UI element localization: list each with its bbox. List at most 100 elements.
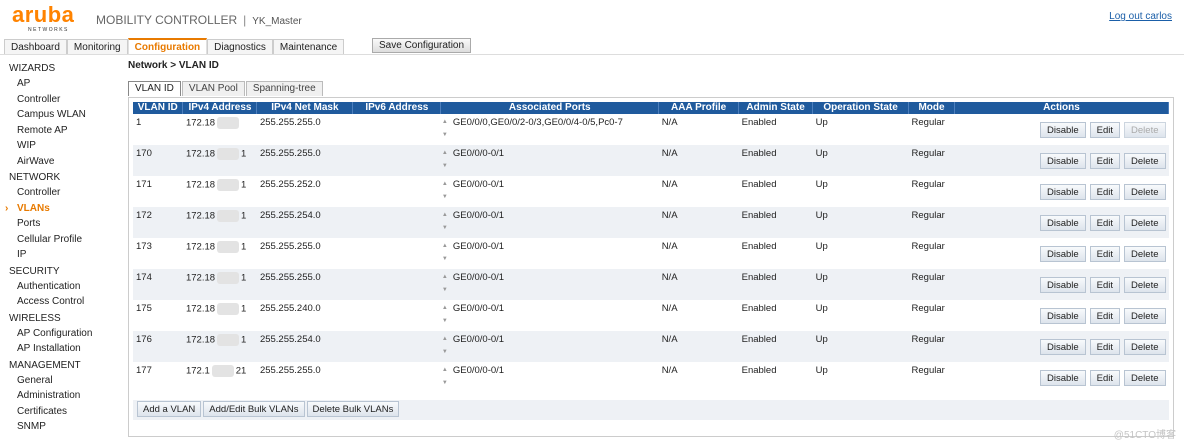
- sidebar-item-ap-installation[interactable]: AP Installation: [0, 341, 118, 357]
- logout-link[interactable]: Log out carlos: [1109, 11, 1172, 22]
- scroll-up-icon[interactable]: ▲: [442, 119, 448, 125]
- scroll-down-icon[interactable]: ▼: [442, 256, 448, 262]
- sidebar-item-label: WIP: [17, 140, 36, 151]
- sidebar-section-security: SECURITY: [9, 265, 60, 277]
- subtab-spanning-tree[interactable]: Spanning-tree: [245, 81, 323, 96]
- sidebar-item-administration[interactable]: Administration: [0, 388, 118, 404]
- sidebar-item-ap-configuration[interactable]: AP Configuration: [0, 326, 118, 342]
- sidebar-item-ip[interactable]: IP: [0, 247, 118, 263]
- save-configuration-button[interactable]: Save Configuration: [372, 38, 472, 53]
- ipv4-suffix: 1: [241, 179, 247, 191]
- scroll-up-icon[interactable]: ▲: [442, 212, 448, 218]
- scroll-down-icon[interactable]: ▼: [442, 225, 448, 231]
- sidebar-item-cellular-profile[interactable]: Cellular Profile: [0, 232, 118, 248]
- scroll-up-icon[interactable]: ▲: [442, 367, 448, 373]
- edit-button[interactable]: Edit: [1089, 184, 1121, 200]
- sidebar-item-ports[interactable]: Ports: [0, 216, 118, 232]
- delete-bulk-vlans-button[interactable]: Delete Bulk VLANs: [306, 401, 400, 417]
- sidebar-item-general[interactable]: General: [0, 373, 118, 389]
- delete-button[interactable]: Delete: [1124, 308, 1166, 324]
- disable-button[interactable]: Disable: [1039, 370, 1086, 386]
- tab-configuration[interactable]: Configuration: [127, 38, 208, 55]
- sidebar-item-snmp[interactable]: SNMP: [0, 419, 118, 435]
- add-a-vlan-button[interactable]: Add a VLAN: [137, 401, 202, 417]
- sidebar-item-label: Campus WLAN: [17, 109, 86, 120]
- redacted-blur: [211, 365, 234, 377]
- ipv4-mask-cell: 255.255.254.0: [256, 331, 353, 362]
- delete-button[interactable]: Delete: [1124, 184, 1166, 200]
- edit-button[interactable]: Edit: [1089, 277, 1121, 293]
- scroll-up-icon[interactable]: ▲: [442, 274, 448, 280]
- sidebar-item-authentication[interactable]: Authentication: [0, 279, 118, 295]
- disable-button[interactable]: Disable: [1039, 339, 1086, 355]
- disable-button[interactable]: Disable: [1039, 308, 1086, 324]
- sidebar-section-wizards: WIZARDS: [9, 63, 56, 74]
- delete-button[interactable]: Delete: [1124, 215, 1166, 231]
- scroll-up-icon[interactable]: ▲: [442, 336, 448, 342]
- scroll-up-icon[interactable]: ▲: [442, 305, 448, 311]
- sidebar-item-certificates[interactable]: Certificates: [0, 404, 118, 420]
- delete-button[interactable]: Delete: [1124, 370, 1166, 386]
- title-separator: |: [243, 13, 247, 27]
- disable-button[interactable]: Disable: [1039, 184, 1086, 200]
- disable-button[interactable]: Disable: [1039, 122, 1086, 138]
- sidebar-item-campus-wlan[interactable]: Campus WLAN: [0, 107, 118, 123]
- ports-scroll-arrows[interactable]: ▲ ▼: [442, 211, 450, 233]
- ports-scroll-arrows[interactable]: ▲ ▼: [442, 366, 450, 388]
- admin-state-cell: Enabled: [738, 207, 813, 238]
- ports-scroll-arrows[interactable]: ▲ ▼: [442, 304, 450, 326]
- subtab-vlan-id[interactable]: VLAN ID: [128, 81, 181, 96]
- edit-button[interactable]: Edit: [1089, 153, 1121, 169]
- scroll-down-icon[interactable]: ▼: [442, 163, 448, 169]
- delete-button[interactable]: Delete: [1124, 153, 1166, 169]
- logo-word: aruba: [12, 2, 75, 27]
- delete-button[interactable]: Delete: [1124, 277, 1166, 293]
- ports-scroll-arrows[interactable]: ▲ ▼: [442, 242, 450, 264]
- scroll-up-icon[interactable]: ▲: [442, 150, 448, 156]
- scroll-down-icon[interactable]: ▼: [442, 318, 448, 324]
- scroll-down-icon[interactable]: ▼: [442, 349, 448, 355]
- edit-button[interactable]: Edit: [1089, 339, 1121, 355]
- edit-button[interactable]: Edit: [1089, 215, 1121, 231]
- sidebar-item-ap[interactable]: AP: [0, 76, 118, 92]
- ports-scroll-arrows[interactable]: ▲ ▼: [442, 180, 450, 202]
- tab-monitoring[interactable]: Monitoring: [66, 39, 128, 55]
- scroll-down-icon[interactable]: ▼: [442, 194, 448, 200]
- scroll-down-icon[interactable]: ▼: [442, 287, 448, 293]
- disable-button[interactable]: Disable: [1039, 277, 1086, 293]
- table-row: 171 172.18 1 255.255.252.0 ▲ ▼ GE0/0/0-0/1 N/A E…: [133, 176, 1169, 207]
- sidebar-item-controller[interactable]: Controller: [0, 185, 118, 201]
- sidebar-item-wip[interactable]: WIP: [0, 138, 118, 154]
- ports-scroll-arrows[interactable]: ▲ ▼: [442, 273, 450, 295]
- sidebar-item-label: VLANs: [17, 202, 50, 214]
- add-edit-bulk-vlans-button[interactable]: Add/Edit Bulk VLANs: [203, 401, 305, 417]
- tab-diagnostics[interactable]: Diagnostics: [207, 39, 273, 55]
- scroll-up-icon[interactable]: ▲: [442, 181, 448, 187]
- scroll-up-icon[interactable]: ▲: [442, 243, 448, 249]
- delete-button[interactable]: Delete: [1124, 339, 1166, 355]
- disable-button[interactable]: Disable: [1039, 246, 1086, 262]
- disable-button[interactable]: Disable: [1039, 153, 1086, 169]
- subtab-vlan-pool[interactable]: VLAN Pool: [181, 81, 245, 96]
- edit-button[interactable]: Edit: [1089, 308, 1121, 324]
- tab-dashboard[interactable]: Dashboard: [4, 39, 67, 55]
- associated-ports-cell: ▲ ▼ GE0/0/0-0/1: [440, 269, 659, 300]
- tab-maintenance[interactable]: Maintenance: [272, 39, 345, 55]
- edit-button[interactable]: Edit: [1089, 246, 1121, 262]
- ports-scroll-arrows[interactable]: ▲ ▼: [442, 335, 450, 357]
- scroll-down-icon[interactable]: ▼: [442, 132, 448, 138]
- ipv4-prefix: 172.18: [185, 117, 216, 129]
- ports-scroll-arrows[interactable]: ▲ ▼: [442, 149, 450, 171]
- scroll-down-icon[interactable]: ▼: [442, 380, 448, 386]
- edit-button[interactable]: Edit: [1089, 122, 1121, 138]
- ports-scroll-arrows[interactable]: ▲ ▼: [442, 118, 450, 140]
- edit-button[interactable]: Edit: [1089, 370, 1121, 386]
- sidebar-item-airwave[interactable]: AirWave: [0, 154, 118, 170]
- vlan-subtabs: VLAN ID VLAN Pool Spanning-tree: [128, 81, 324, 96]
- disable-button[interactable]: Disable: [1039, 215, 1086, 231]
- sidebar-item-access-control[interactable]: Access Control: [0, 294, 118, 310]
- sidebar-item-vlans[interactable]: › VLANs: [0, 201, 118, 217]
- delete-button[interactable]: Delete: [1124, 246, 1166, 262]
- sidebar-item-controller[interactable]: Controller: [0, 92, 118, 108]
- sidebar-item-remote-ap[interactable]: Remote AP: [0, 123, 118, 139]
